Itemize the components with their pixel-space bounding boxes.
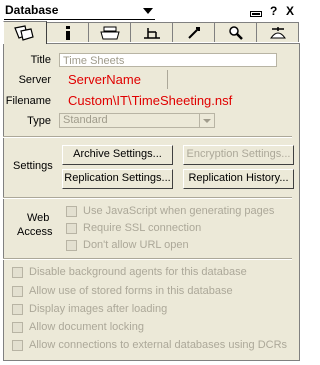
settings-label: Settings [13,160,53,172]
disable-background-agents-label: Disable background agents for this datab… [29,266,247,278]
disallow-url-open-label: Don't allow URL open [83,239,189,251]
tab-launch[interactable] [172,22,215,42]
database-type-value: Database [5,3,59,17]
tab-info[interactable] [46,22,89,42]
chevron-down-icon [143,8,153,14]
server-label: Server [18,74,51,86]
help-icon[interactable]: ? [270,4,277,18]
encryption-settings-button[interactable]: Encryption Settings... [183,145,294,165]
allow-dcr-connections-checkbox[interactable] [12,340,23,351]
design-tool-icon [143,27,160,39]
chevron-down-icon [199,114,214,127]
allow-document-locking-label: Allow document locking [29,321,144,333]
type-select-value: Standard [63,114,108,126]
tab-basics[interactable] [3,21,47,44]
close-icon[interactable]: X [286,4,294,18]
tiny-window-icon[interactable] [250,6,262,20]
tab-print[interactable] [88,22,131,42]
require-ssl-checkbox[interactable] [66,223,77,234]
propeller-hat-icon [269,26,286,38]
tab-design[interactable] [130,22,173,42]
disallow-url-open-checkbox[interactable] [66,240,77,251]
allow-stored-forms-checkbox[interactable] [12,286,23,297]
info-icon [65,25,70,40]
tab-advanced[interactable] [256,22,299,42]
title-label: Title [30,54,51,66]
filename-value: Custom\IT\TimeSheeting.nsf [68,93,233,108]
web-access-label-line2: Access [17,226,53,238]
display-images-after-loading-label: Display images after loading [29,303,168,315]
type-label: Type [27,115,51,127]
use-javascript-checkbox[interactable] [66,206,77,217]
server-value: ServerName [68,72,141,87]
database-type-select[interactable]: Database [4,3,155,20]
title-field-value: Time Sheets [63,55,125,67]
magnifier-icon [228,25,243,40]
allow-dcr-connections-label: Allow connections to external databases … [29,339,288,351]
filename-label: Filename [5,95,51,107]
tab-strip [3,21,299,44]
web-access-label-line1: Web [27,212,50,224]
disable-background-agents-checkbox[interactable] [12,267,23,278]
printer-icon [99,26,120,39]
title-field[interactable]: Time Sheets [59,53,277,67]
info-bubbles-icon [14,25,34,41]
display-images-after-loading-checkbox[interactable] [12,304,23,315]
require-ssl-label: Require SSL connection [83,222,202,234]
use-javascript-label: Use JavaScript when generating pages [83,205,275,217]
allow-stored-forms-label: Allow use of stored forms in this databa… [29,285,233,297]
type-select[interactable]: Standard [59,113,215,128]
rocket-icon [187,26,200,39]
tab-search[interactable] [214,22,257,42]
divider [167,70,168,89]
allow-document-locking-checkbox[interactable] [12,322,23,333]
archive-settings-button[interactable]: Archive Settings... [62,145,173,165]
properties-header: Database ? X [0,0,303,22]
replication-settings-button[interactable]: Replication Settings... [62,169,173,189]
replication-history-button[interactable]: Replication History... [183,169,294,189]
